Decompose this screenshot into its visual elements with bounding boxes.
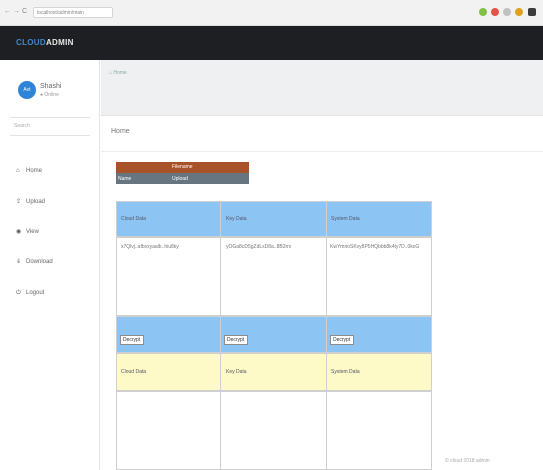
logout-icon: ⏻: [16, 290, 21, 296]
sidebar-search-input[interactable]: Search: [14, 123, 30, 129]
extension-icon[interactable]: [479, 8, 487, 16]
breadcrumb-label: Home: [113, 70, 127, 76]
table-row[interactable]: Name Upload: [116, 173, 249, 184]
brand-part2: ADMIN: [45, 38, 74, 47]
sidebar-item-download[interactable]: ⇓ Download: [16, 258, 53, 265]
user-status: ● Online: [40, 92, 59, 98]
divider: [10, 117, 90, 118]
sidebar-item-view[interactable]: ◉ View: [16, 228, 39, 235]
breadcrumb-home[interactable]: ⌂ Home: [109, 70, 127, 76]
divider: [101, 151, 543, 152]
breadcrumb: ⌂ Home: [101, 60, 543, 116]
cloud-data-value: x7Qlvj..afbxxyaalb..hiu8ky: [121, 244, 179, 250]
page-title: Home: [111, 128, 130, 135]
back-icon[interactable]: ←: [4, 8, 11, 15]
sidebar: Avt Shashi ● Online Search ⌂ Home ⇪ Upload…: [0, 60, 100, 470]
system-data-value: KwYmnoSKvy8P5HQbbb8k4ty7D..0kxG: [330, 244, 420, 250]
sidebar-item-home[interactable]: ⌂ Home: [16, 168, 42, 174]
address-bar[interactable]: localhost/admin/main: [33, 7, 113, 18]
decrypt-input[interactable]: Decrypt: [224, 335, 248, 345]
download-icon: ⇓: [16, 259, 22, 265]
brand-logo[interactable]: CLOUDADMIN: [16, 38, 74, 47]
browser-toolbar: ← → C localhost/admin/main: [0, 0, 543, 26]
home-icon: ⌂: [16, 168, 20, 174]
upload-icon: ⇪: [16, 199, 22, 205]
view-icon: ◉: [16, 229, 22, 235]
extension-icon[interactable]: [515, 8, 523, 16]
column-header: Key Data: [226, 369, 247, 375]
column-header: Cloud Data: [121, 369, 147, 375]
column-header: Key Data: [226, 216, 247, 222]
column-header: Cloud Data: [121, 216, 147, 222]
file-table: Filename Name Upload: [116, 162, 249, 184]
extension-icon[interactable]: [503, 8, 511, 16]
table-cell: Upload: [172, 176, 188, 182]
file-table-header: Filename: [116, 162, 249, 173]
sidebar-item-label: Upload: [26, 199, 46, 205]
sidebar-item-label: View: [26, 229, 39, 235]
extension-icon[interactable]: [491, 8, 499, 16]
result-values-row: [116, 391, 432, 470]
column-header: System Data: [331, 216, 360, 222]
decrypt-input[interactable]: Decrypt: [120, 335, 144, 345]
decrypt-input[interactable]: Decrypt: [330, 335, 354, 345]
user-name: Shashi: [40, 83, 62, 90]
column-header: System Data: [331, 369, 360, 375]
decrypt-band: Decrypt Decrypt Decrypt: [116, 316, 432, 353]
brand-part1: CLOUD: [16, 38, 46, 47]
reload-icon[interactable]: C: [22, 8, 27, 15]
sidebar-item-upload[interactable]: ⇪ Upload: [16, 198, 45, 205]
sidebar-item-label: Logout: [26, 290, 45, 296]
result-header-band: Cloud Data Key Data System Data: [116, 353, 432, 391]
data-header-band: Cloud Data Key Data System Data: [116, 201, 432, 237]
sidebar-item-label: Home: [26, 168, 43, 174]
menu-icon[interactable]: [528, 8, 536, 16]
divider: [10, 135, 90, 136]
table-cell: Name: [118, 176, 132, 182]
avatar: Avt: [18, 81, 36, 99]
data-values-row: x7Qlvj..afbxxyaalb..hiu8ky yOGa8cD5gZdLs…: [116, 237, 432, 316]
app-header: CLOUDADMIN: [0, 26, 543, 60]
footer-text: © cloud 2018 admin: [445, 458, 490, 464]
forward-icon[interactable]: →: [13, 8, 20, 15]
key-data-value: yOGa8cD5gZdLsD8a..8B2rrv: [226, 244, 292, 250]
sidebar-item-logout[interactable]: ⏻ Logout: [16, 290, 44, 297]
sidebar-item-label: Download: [26, 259, 53, 265]
